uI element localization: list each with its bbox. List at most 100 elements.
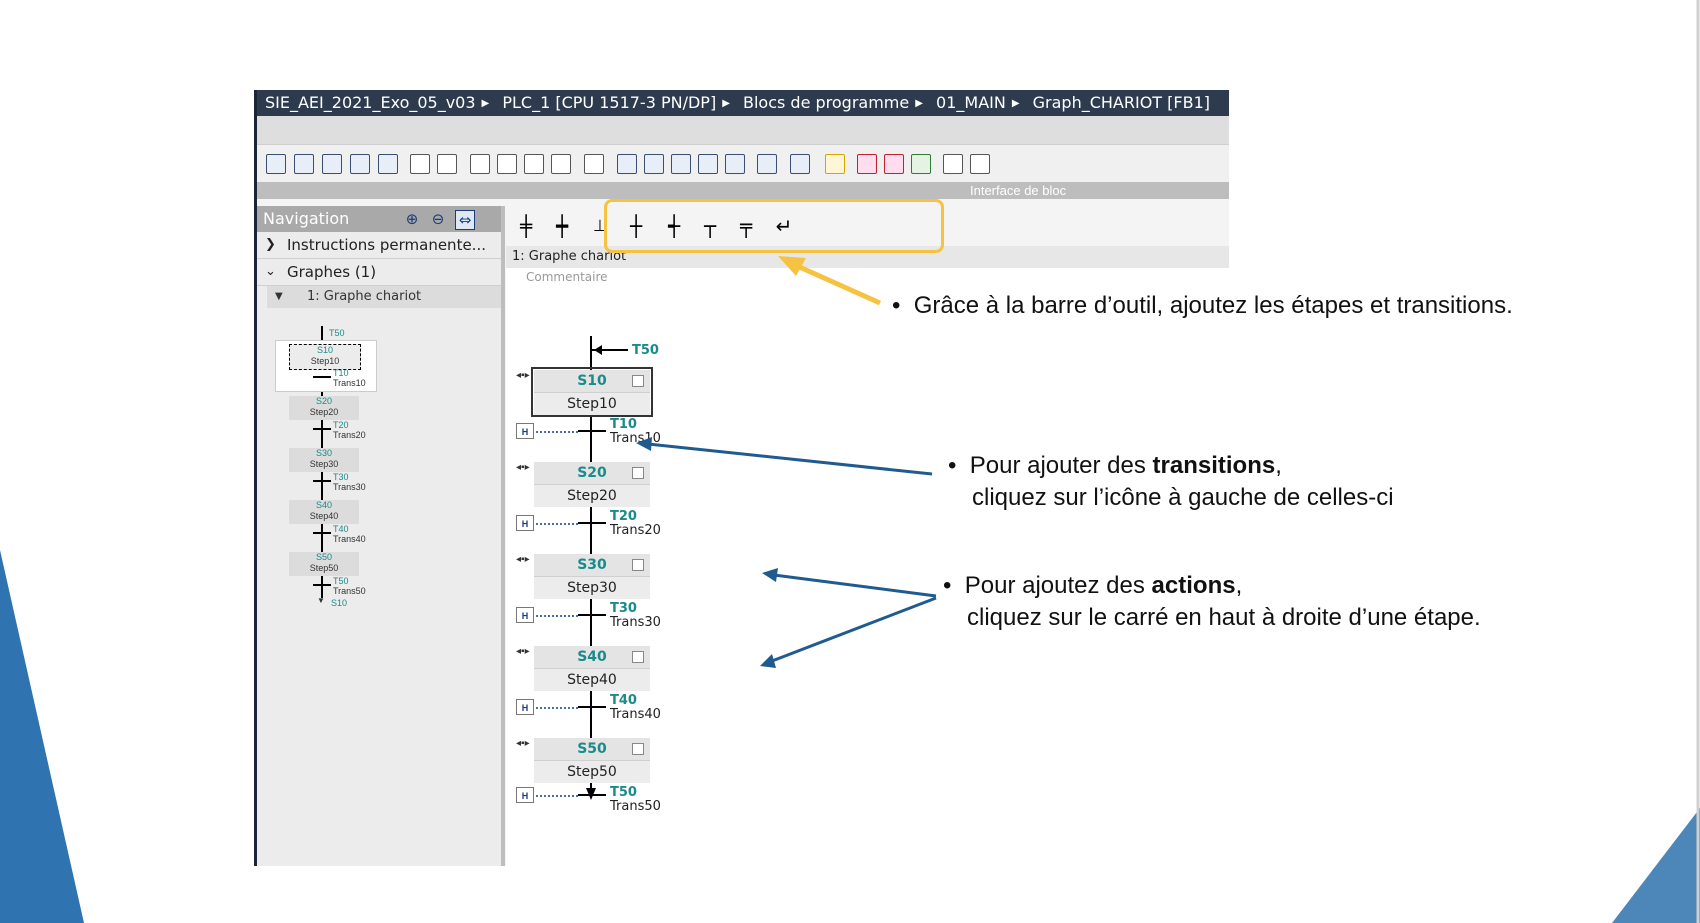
transition-label: T40 Trans40: [610, 693, 661, 722]
minimap-transition: T50 Trans50: [333, 576, 366, 596]
breadcrumb-item[interactable]: Graph_CHARIOT [FB1]: [1033, 93, 1210, 112]
transition-network-icon[interactable]: H: [516, 699, 534, 715]
nav-row-graphs[interactable]: ⌄ Graphes (1): [257, 259, 501, 286]
transition-label: T50 Trans50: [610, 785, 661, 814]
block-interface-bar[interactable]: Interface de bloc: [257, 182, 1229, 199]
step-io-icon[interactable]: ◂▪▸: [516, 370, 530, 381]
navigation-title: Navigation: [263, 209, 350, 228]
callout-toolbar: • Grâce à la barre d’outil, ajoutez les …: [892, 292, 1513, 319]
toolbar-monitor-icon[interactable]: [943, 154, 963, 174]
toolbar-list-icon[interactable]: [617, 154, 637, 174]
step-io-icon[interactable]: ◂▪▸: [516, 738, 530, 749]
step-box[interactable]: S10 Step10: [531, 367, 653, 417]
toolbar-single-step-icon[interactable]: [322, 154, 342, 174]
step-box[interactable]: S40 Step40: [534, 646, 650, 691]
toolbar-move-icon[interactable]: [524, 154, 544, 174]
transition-network-icon[interactable]: H: [516, 607, 534, 623]
breadcrumb: SIE_AEI_2021_Exo_05_v03 ▶ PLC_1 [CPU 1517…: [257, 90, 1229, 116]
toolbar-attach-icon[interactable]: [584, 154, 604, 174]
comment-field[interactable]: Commentaire: [526, 270, 608, 284]
main-toolbar: [257, 144, 1229, 183]
window-title-strip: [257, 116, 1229, 144]
minimap-transition: T40 Trans40: [333, 524, 366, 544]
step-io-icon[interactable]: ◂▪▸: [516, 554, 530, 565]
toolbar-refresh-red-icon[interactable]: [857, 154, 877, 174]
toolbar-alarm-icon[interactable]: [378, 154, 398, 174]
step-box[interactable]: S20 Step20: [534, 462, 650, 507]
zoom-in-icon[interactable]: ⊕: [403, 210, 421, 228]
step-io-icon[interactable]: ◂▪▸: [516, 646, 530, 657]
insert-branch-icon[interactable]: ┿: [550, 214, 574, 238]
triangle-down-icon: ▼: [275, 291, 283, 302]
step-box[interactable]: S50 Step50: [534, 738, 650, 783]
navigation-panel: Navigation ⊕ ⊖ ⇔ ❯ Instructions permanen…: [257, 206, 505, 866]
navigation-header: Navigation ⊕ ⊖ ⇔: [257, 206, 501, 232]
toolbar-download2-icon[interactable]: [757, 154, 777, 174]
toolbar-insert-icon[interactable]: [410, 154, 430, 174]
insert-step-transition-icon[interactable]: ╪: [514, 214, 538, 238]
nav-row-permanent-instructions[interactable]: ❯ Instructions permanente...: [257, 232, 501, 259]
breadcrumb-item[interactable]: SIE_AEI_2021_Exo_05_v03: [265, 93, 476, 112]
breadcrumb-item[interactable]: PLC_1 [CPU 1517-3 PN/DP]: [502, 93, 716, 112]
transition-network-icon[interactable]: H: [516, 787, 534, 803]
transition-dotted-link: [536, 615, 578, 617]
actions-square-icon[interactable]: [632, 375, 644, 387]
actions-square-icon[interactable]: [632, 467, 644, 479]
minimap-step[interactable]: S40 Step40: [289, 500, 359, 524]
breadcrumb-separator-icon: ▶: [915, 97, 923, 109]
minimap-step[interactable]: S50 Step50: [289, 552, 359, 576]
toolbar-perm-instr-icon[interactable]: [350, 154, 370, 174]
step-box[interactable]: S30 Step30: [534, 554, 650, 599]
toolbar-move2-icon[interactable]: [551, 154, 571, 174]
toolbar-delete-icon[interactable]: [437, 154, 457, 174]
actions-square-icon[interactable]: [632, 651, 644, 663]
transition-network-icon[interactable]: H: [516, 423, 534, 439]
transition-bar: [578, 522, 606, 524]
zoom-out-icon[interactable]: ⊖: [429, 210, 447, 228]
toolbar-network-icon[interactable]: [790, 154, 810, 174]
breadcrumb-item[interactable]: Blocs de programme: [743, 93, 909, 112]
toolbar-comment-icon[interactable]: [698, 154, 718, 174]
nav-row-label: Graphes (1): [287, 263, 377, 281]
minimap-transition-bar: [313, 584, 331, 586]
transition-dotted-link: [536, 431, 578, 433]
nav-graph-label: 1: Graphe chariot: [307, 289, 422, 304]
transition-bar: [578, 794, 606, 796]
minimap-step[interactable]: S20 Step20: [289, 396, 359, 420]
toolbar-block-icon[interactable]: [266, 154, 286, 174]
transition-label: T30 Trans30: [610, 601, 661, 630]
toolbar-window-icon[interactable]: [644, 154, 664, 174]
fit-view-icon[interactable]: ⇔: [455, 210, 475, 230]
toolbar-panel-icon[interactable]: [671, 154, 691, 174]
toolbar-stop-icon[interactable]: [884, 154, 904, 174]
toolbar-graph-view-icon[interactable]: [294, 154, 314, 174]
minimap-step[interactable]: S30 Step30: [289, 448, 359, 472]
chevron-right-icon: ❯: [265, 237, 276, 252]
nav-row-label: Instructions permanente...: [287, 236, 486, 254]
toolbar-glasses-icon[interactable]: [970, 154, 990, 174]
toolbar-goto2-icon[interactable]: [497, 154, 517, 174]
transition-dotted-link: [536, 523, 578, 525]
callout-act-line2: cliquez sur le carré en haut à droite d’…: [967, 604, 1481, 631]
breadcrumb-item[interactable]: 01_MAIN: [936, 93, 1006, 112]
nav-graph-item[interactable]: ▼ 1: Graphe chariot: [267, 286, 501, 308]
actions-square-icon[interactable]: [632, 559, 644, 571]
graph-minimap[interactable]: T50 S10 Step10 T10 Trans10 S20 Step20 T20 Tr…: [275, 326, 435, 626]
minimap-transition-bar: [313, 532, 331, 534]
callout-act-pre: Pour ajoutez des: [964, 572, 1152, 599]
minimap-transition-bar: [313, 376, 331, 378]
minimap-transition: T10 Trans10: [333, 368, 366, 388]
toolbar-highlight-icon[interactable]: [825, 154, 845, 174]
callout-transitions: • Pour ajouter des transitions, cliquez …: [948, 452, 1394, 511]
transition-network-icon[interactable]: H: [516, 515, 534, 531]
callout-actions: • Pour ajoutez des actions, cliquez sur …: [943, 572, 1481, 631]
breadcrumb-separator-icon: ▶: [481, 97, 490, 109]
toolbar-download-icon[interactable]: [725, 154, 745, 174]
toolbar-shield-icon[interactable]: [911, 154, 931, 174]
toolbar-goto-icon[interactable]: [470, 154, 490, 174]
minimap-step[interactable]: S10 Step10: [289, 344, 361, 370]
step-io-icon[interactable]: ◂▪▸: [516, 462, 530, 473]
minimap-transition: T20 Trans20: [333, 420, 366, 440]
actions-square-icon[interactable]: [632, 743, 644, 755]
block-interface-label: Interface de bloc: [970, 183, 1067, 198]
